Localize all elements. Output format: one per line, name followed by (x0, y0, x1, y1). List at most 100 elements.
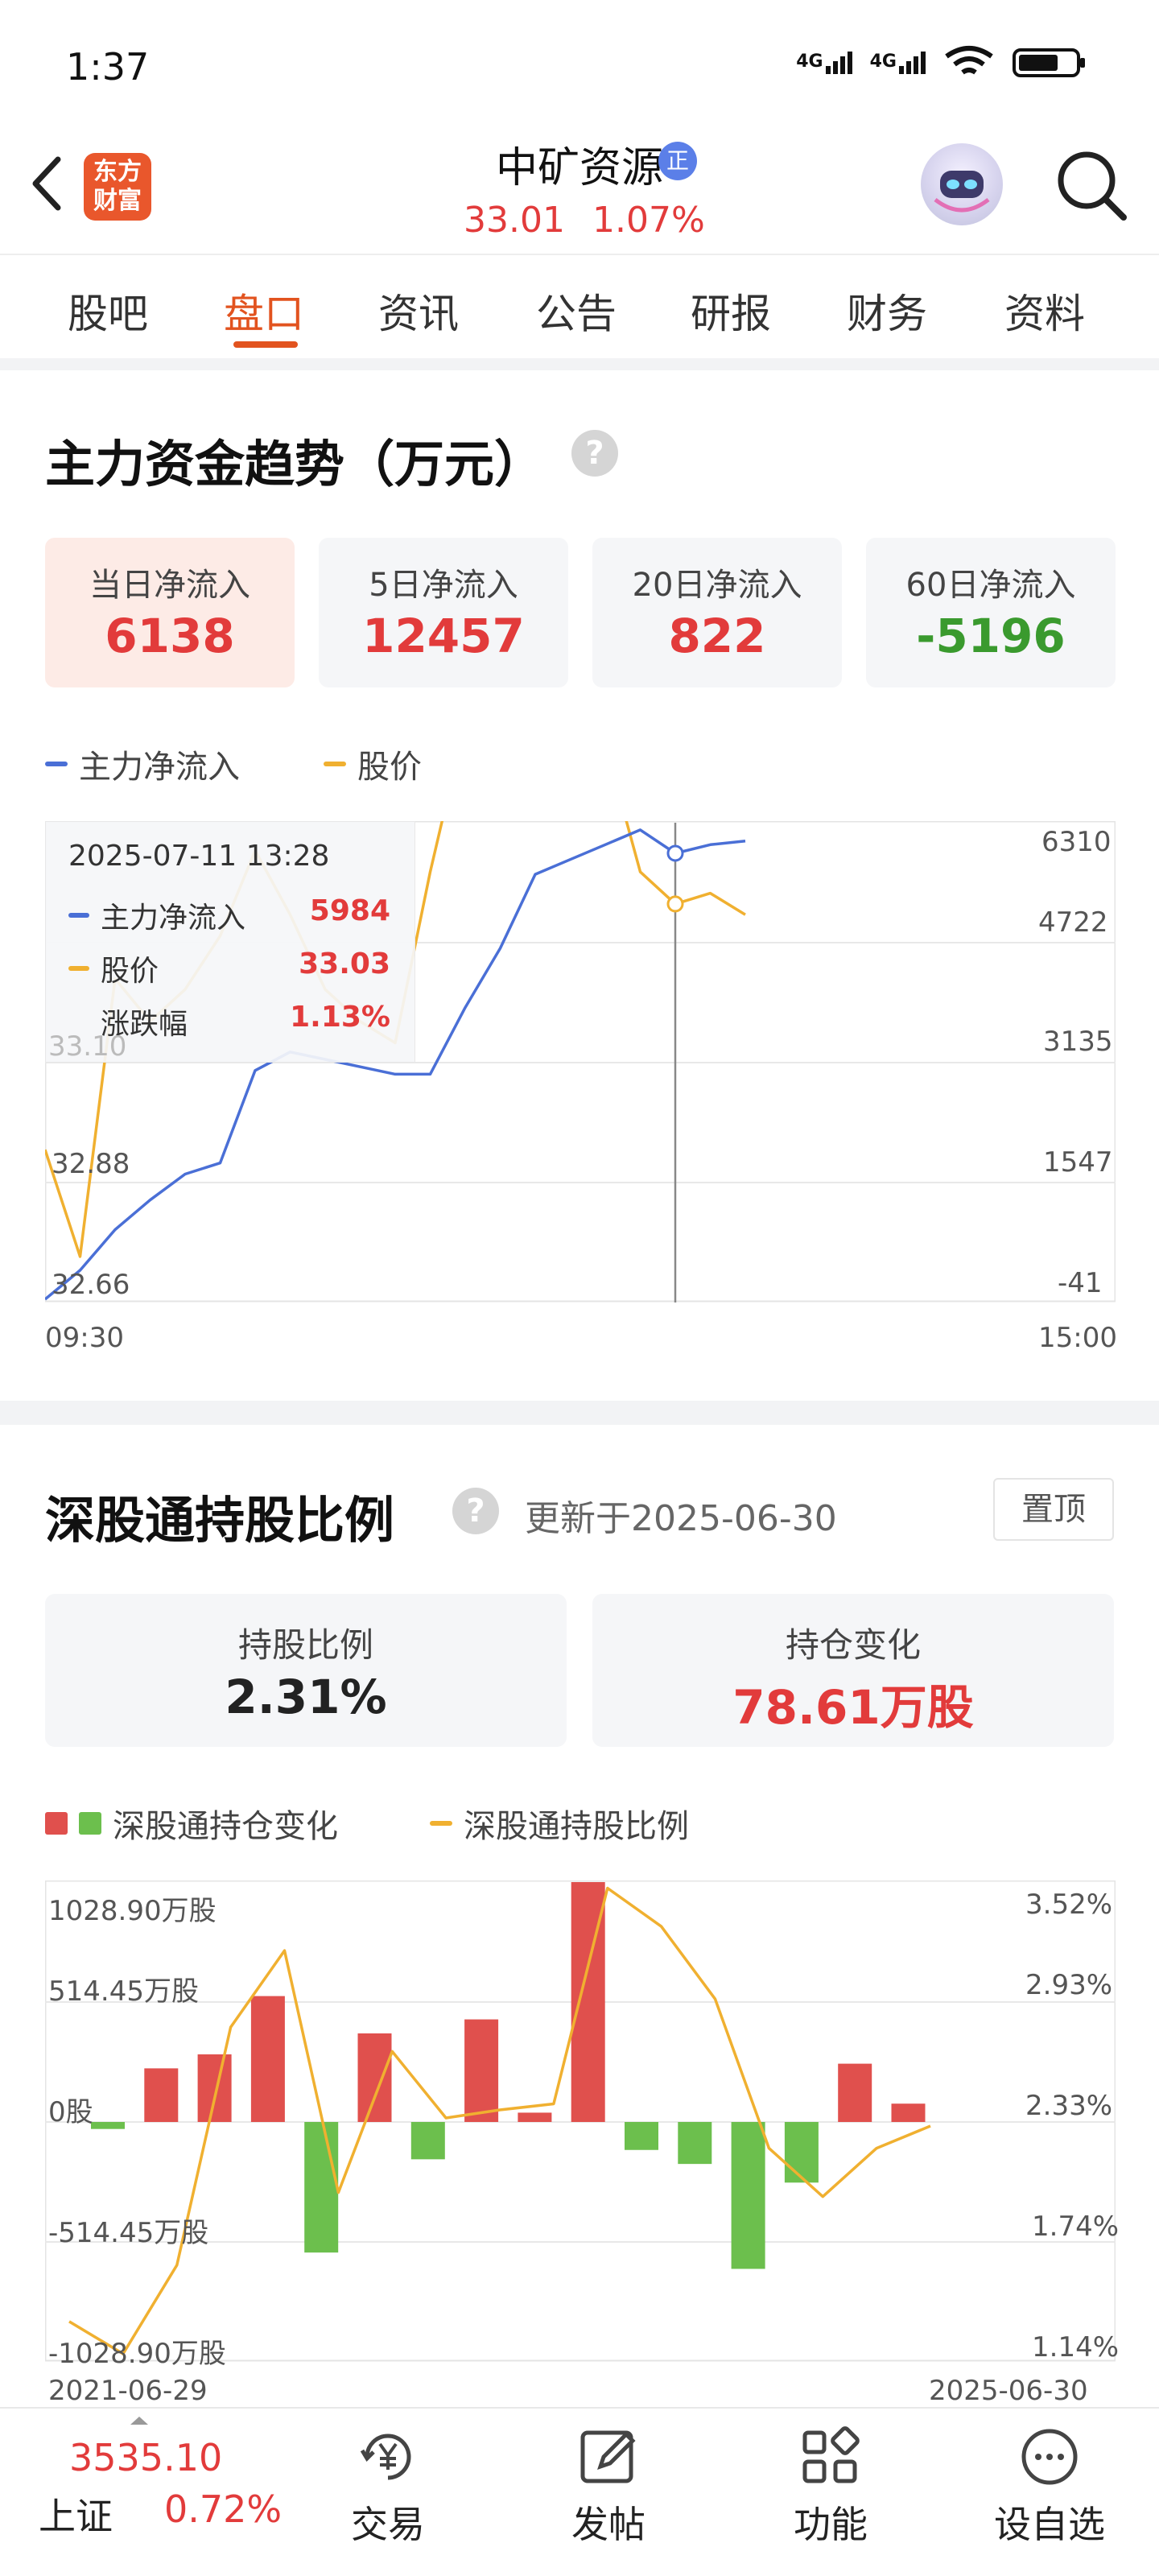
left-axis-tick: 0股 (48, 2096, 93, 2128)
nav-label: 交易 (351, 2503, 425, 2546)
flow-box-today[interactable]: 当日净流入 6138 (45, 538, 295, 687)
flow-label: 当日净流入 (89, 567, 250, 604)
x-axis-end: 15:00 (1038, 1322, 1117, 1354)
legend-label: 股价 (357, 749, 422, 786)
tooltip-label: 股价 (101, 955, 159, 988)
tooltip-swatch (68, 913, 89, 918)
legend-label: 主力净流入 (79, 749, 240, 786)
tooltip-row-flow: 主力净流入 (68, 894, 245, 936)
tab-guba[interactable]: 股吧 (68, 282, 148, 340)
tooltip-label: 主力净流入 (101, 902, 246, 935)
x-axis-end: 2025-06-30 (929, 2375, 1088, 2407)
holding-ratio-value: 2.31% (225, 1670, 387, 1724)
flow-box-20day[interactable]: 20日净流入 822 (592, 538, 842, 687)
nav-watchlist[interactable]: 设自选 (985, 2415, 1114, 2568)
index-value[interactable]: 3535.10 (69, 2436, 222, 2479)
capital-flow-title: 主力资金趋势（万元） (45, 435, 545, 493)
flow-label: 5日净流入 (369, 567, 518, 604)
holding-change-bar (784, 2122, 819, 2183)
signal-icon: 4G (796, 52, 852, 74)
crosshair-point-price (666, 895, 684, 913)
right-axis-tick: 1.14% (1032, 2331, 1120, 2363)
tooltip-value: 33.03 (299, 947, 390, 980)
flow-value: 822 (668, 609, 766, 663)
right-axis-tick: 3.52% (1025, 1889, 1113, 1921)
legend-label: 深股通持仓变化 (113, 1808, 338, 1845)
nav-label: 设自选 (994, 2503, 1105, 2546)
tooltip-value: 1.13% (290, 1001, 390, 1034)
right-axis-tick: 3135 (1043, 1026, 1113, 1058)
left-axis-tick: -1028.90万股 (48, 2338, 226, 2370)
holding-change-bar (464, 2019, 499, 2122)
holding-change-bar (891, 2103, 926, 2122)
tab-finance[interactable]: 财务 (847, 282, 927, 340)
tab-news[interactable]: 资讯 (378, 282, 459, 340)
holding-change-bar (250, 1996, 285, 2122)
holding-change-bar (197, 2054, 232, 2122)
flow-box-5day[interactable]: 5日净流入 12457 (319, 538, 568, 687)
index-up-caret-icon (130, 2417, 148, 2425)
active-tab-indicator (233, 341, 298, 348)
flow-value: -5196 (916, 609, 1066, 663)
legend-label: 深股通持股比例 (464, 1808, 689, 1845)
nav-trade[interactable]: 交易 (324, 2415, 452, 2568)
x-axis-start: 09:30 (45, 1322, 124, 1354)
help-icon[interactable]: ? (571, 430, 618, 477)
status-time: 1:37 (66, 45, 150, 89)
holding-change-bar (625, 2122, 658, 2150)
hk-connect-title: 深股通持股比例 (45, 1491, 395, 1550)
hk-legend-bars: 深股通持仓变化 (45, 1800, 338, 1847)
stock-price: 33.01 (464, 200, 565, 241)
flow-value: 12457 (362, 609, 525, 663)
x-axis-start: 2021-06-29 (48, 2375, 208, 2407)
search-icon[interactable] (1051, 145, 1132, 225)
tooltip-row-price: 股价 (68, 947, 159, 989)
grid-apps-icon (802, 2426, 860, 2483)
tab-profile[interactable]: 资料 (1004, 282, 1085, 340)
nav-post[interactable]: 发帖 (544, 2415, 673, 2568)
tooltip-value: 5984 (309, 894, 390, 927)
nav-functions[interactable]: 功能 (766, 2415, 895, 2568)
tab-pankou[interactable]: 盘口 (224, 282, 304, 340)
nav-label: 发帖 (571, 2503, 645, 2546)
holding-change-bar (144, 2068, 179, 2122)
flow-box-60day[interactable]: 60日净流入 -5196 (866, 538, 1116, 687)
hk-legend-line: 深股通持股比例 (430, 1800, 689, 1847)
tab-research[interactable]: 研报 (691, 282, 771, 340)
index-change[interactable]: 0.72% (164, 2487, 282, 2531)
right-axis-tick: 6310 (1041, 826, 1112, 858)
holding-change-box: 持仓变化 78.61万股 (592, 1594, 1114, 1747)
flow-label: 60日净流入 (905, 567, 1076, 604)
left-axis-tick: 1028.90万股 (48, 1895, 217, 1927)
help-icon[interactable]: ? (452, 1488, 499, 1534)
legend-square-red (45, 1812, 68, 1835)
app-root: 1:37 4G 4G 东方 财富 中矿资源 正 33.01 1.07% 股吧 盘… (0, 0, 1159, 2576)
tooltip-swatch (68, 966, 89, 971)
network-label-2: 4G (869, 52, 897, 72)
edit-icon (580, 2430, 636, 2483)
holding-change-bar (678, 2122, 712, 2165)
capital-legend-price: 股价 (324, 741, 422, 787)
holding-change-bar (304, 2122, 339, 2253)
yen-cycle-icon (360, 2434, 411, 2480)
legend-swatch-orange (430, 1821, 452, 1826)
assistant-robot-icon[interactable] (921, 143, 1003, 225)
legend-swatch-blue (45, 762, 68, 766)
more-dots-icon (1021, 2429, 1078, 2485)
holding-change-bar (410, 2122, 445, 2160)
battery-icon (1013, 48, 1085, 77)
left-axis-tick: -514.45万股 (48, 2217, 209, 2249)
tab-announcements[interactable]: 公告 (536, 282, 617, 340)
hk-connect-chart[interactable] (45, 1880, 1116, 2363)
right-axis-tick: 1547 (1043, 1146, 1113, 1179)
wifi-icon (945, 46, 993, 75)
pin-top-button[interactable]: 置顶 (993, 1478, 1114, 1541)
index-name[interactable]: 上证 (39, 2487, 113, 2541)
crosshair-point-flow (666, 844, 684, 862)
holding-ratio-label: 持股比例 (237, 1625, 373, 1665)
flow-value: 6138 (105, 609, 235, 663)
nav-label: 功能 (794, 2503, 868, 2546)
left-axis-tick: 32.66 (52, 1269, 130, 1301)
right-axis-tick: 2.33% (1025, 2090, 1113, 2122)
right-axis-tick: 2.93% (1025, 1969, 1113, 2001)
